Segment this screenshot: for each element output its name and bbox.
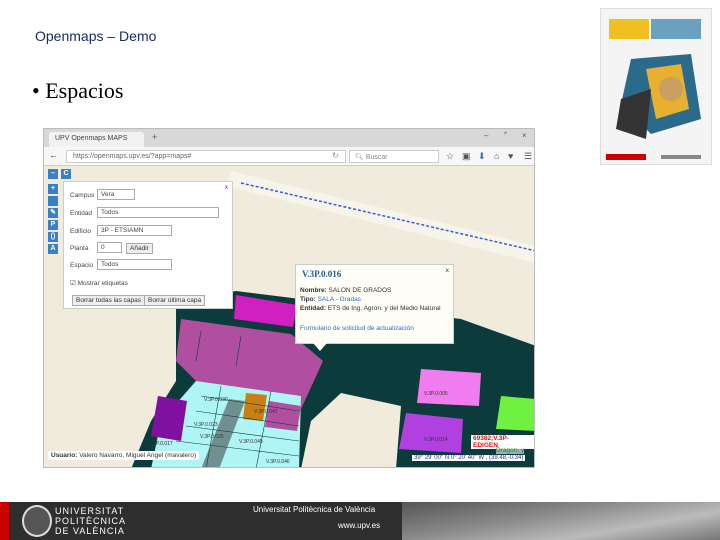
edit-button[interactable]: ✎ [48,208,58,218]
seal-photo [402,502,720,540]
menu-icon[interactable]: ☰ [524,151,532,162]
map-label: V.3P.0.046 [266,459,290,465]
map-label: V.3P.0.030 [204,397,228,403]
tab-bar: UPV Openmaps MAPS + – ⌜ × [44,129,534,147]
map-label: V.3P.0.025 [200,434,224,440]
tipo-value: SALA - Gradas [317,296,361,303]
update-request-link[interactable]: Formulario de solicitud de actualización [300,325,414,332]
entidad-value: ETS de Ing. Agron. y del Medio Natural [327,305,441,312]
zoom-out-button[interactable]: – [48,169,58,179]
edificio-label: Edificio [70,228,91,235]
close-panel-icon[interactable]: x [225,184,228,191]
minimize-icon[interactable]: – [484,131,488,140]
address-bar: ← https://openmaps.upv.es/?app=maps# ↻ 🔍… [44,147,534,166]
zoom-in-button[interactable]: + [48,184,58,194]
nombre-value: SALON DE GRADOS [328,287,392,294]
upv-logo-text: UNIVERSITAT POLITÈCNICA DE VALÈNCIA [55,506,126,536]
back-icon[interactable]: ← [49,150,58,160]
tipo-label: Tipo: [300,296,316,303]
upv-crest-logo [22,505,52,537]
show-labels-text: Mostrar etiquetas [77,280,128,287]
slide-title: Openmaps – Demo [35,28,157,44]
entidad-select[interactable]: Todos [97,207,219,218]
space-info-popup: V.3P.0.016 x Nombre: SALON DE GRADOS Tip… [295,264,454,344]
dragon-label: Dragon, y [496,447,525,454]
espacio-label: Espacio [70,262,94,269]
label-button[interactable]: A [48,244,58,254]
conference-cover-image [600,8,712,165]
add-button[interactable]: Añadir [126,243,153,254]
close-popup-icon[interactable]: x [446,267,449,274]
map-label: V.3P.0.023 [194,422,218,428]
clipboard-icon[interactable]: ▣ [462,151,471,162]
nombre-label: Nombre: [300,287,327,294]
popup-pointer [313,343,327,351]
toggle-button[interactable]: () [48,232,58,242]
user-name: Valero Navarro, Miguel Angel (mavalero) [79,452,197,459]
filter-panel: x Campus Vera Entidad Todos Edificio 3P … [63,181,233,309]
bookmark-star-icon[interactable]: ☆ [446,151,454,162]
refresh-button[interactable]: C [61,169,71,179]
espacio-select[interactable]: Todos [97,259,172,270]
map-label: V.3P.0.045 [239,439,263,445]
maximize-icon[interactable]: ⌜ [504,131,508,140]
bullet-text: Espacios [45,78,124,103]
layer-button[interactable] [48,196,58,206]
parking-button[interactable]: P [48,220,58,230]
search-input[interactable]: 🔍︎ Buscar [349,150,439,163]
user-status: Usuario: Valero Navarro, Miguel Angel (m… [48,451,200,460]
pocket-icon[interactable]: ♥ [508,151,513,161]
footer-accent [0,502,9,540]
slide-bullet: • Espacios [32,78,124,103]
close-window-icon[interactable]: × [522,131,527,140]
user-label: Usuario: [51,452,78,459]
new-tab-icon[interactable]: + [152,132,157,142]
entidad-label: Entidad: [300,305,326,312]
clear-last-layer-button[interactable]: Borrar última capa [144,295,206,306]
campus-label: Campus [70,192,95,199]
map-label: V.3P.0.014 [424,437,448,443]
download-icon[interactable]: ⬇ [478,151,486,162]
browser-screenshot: UPV Openmaps MAPS + – ⌜ × ← https://open… [43,128,535,468]
map-label: V.3P.0.017 [149,441,173,447]
url-input[interactable]: https://openmaps.upv.es/?app=maps# [66,150,346,163]
clear-all-layers-button[interactable]: Borrar todas las capas [72,295,146,306]
university-name: Universitat Politècnica de València [253,505,376,514]
show-labels-checkbox[interactable]: ☑ Mostrar etiquetas [70,279,128,287]
reload-icon[interactable]: ↻ [332,151,339,160]
browser-tab[interactable]: UPV Openmaps MAPS [49,132,144,147]
planta-select[interactable]: 0 [97,242,122,253]
campus-select[interactable]: Vera [97,189,135,200]
entidad-label: Entidad [70,210,93,217]
popup-title: V.3P.0.016 [302,269,342,279]
search-placeholder: Buscar [365,154,388,161]
map-label: V.3P.0.005 [424,391,448,397]
coordinates-readout: 39° 29' 00'' N 0° 20' 40'' W , (39.48,-0… [412,455,526,461]
planta-label: Planta [70,245,89,252]
map-label: V.3P.0.047 [254,409,278,415]
home-icon[interactable]: ⌂ [494,151,499,161]
edificio-select[interactable]: 3P - ETSIAMN [97,225,172,236]
website-link[interactable]: www.upv.es [338,521,380,530]
